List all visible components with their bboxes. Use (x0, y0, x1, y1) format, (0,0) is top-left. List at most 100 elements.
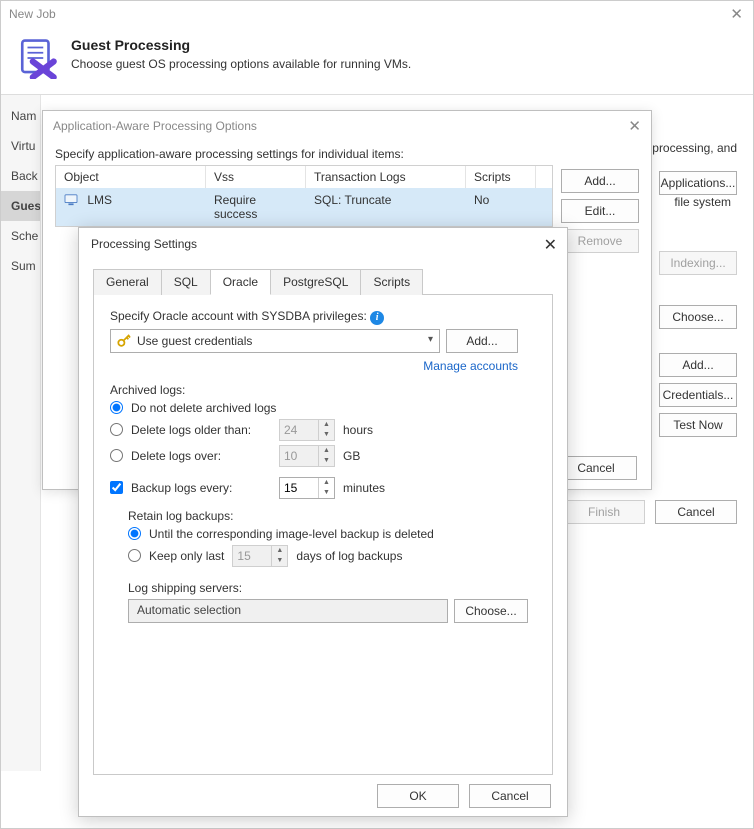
checkbox-backup-every[interactable] (110, 481, 123, 494)
manage-accounts-link[interactable]: Manage accounts (423, 359, 518, 373)
backup-every-unit: minutes (343, 481, 385, 495)
vm-icon (64, 194, 78, 206)
radio-keep-only-last-label: Keep only last (149, 549, 224, 563)
cell-vss: Require success (206, 188, 306, 226)
tab-content-oracle: Specify Oracle account with SYSDBA privi… (93, 295, 553, 775)
procsettings-title: Processing Settings (91, 237, 197, 251)
radio-do-not-delete[interactable]: Do not delete archived logs (110, 401, 536, 415)
nav-item-virtual[interactable]: Virtu (1, 131, 40, 161)
key-icon (117, 334, 131, 348)
app-aware-titlebar: Application-Aware Processing Options ✕ (43, 111, 651, 141)
cell-scripts: No (466, 188, 536, 226)
newjob-cancel-button[interactable]: Cancel (655, 500, 737, 524)
keep-only-last-spinner: ▲▼ (232, 545, 288, 567)
ok-button[interactable]: OK (377, 784, 459, 808)
radio-older-than-label: Delete logs older than: (131, 423, 271, 437)
add-button[interactable]: Add... (659, 353, 737, 377)
indexing-button[interactable]: Indexing... (659, 251, 737, 275)
spin-down-icon[interactable]: ▼ (319, 488, 334, 498)
retain-label: Retain log backups: (128, 509, 536, 523)
older-than-spinner: ▲▼ (279, 419, 335, 441)
appaware-edit-button[interactable]: Edit... (561, 199, 639, 223)
logs-over-unit: GB (343, 449, 360, 463)
col-tlogs[interactable]: Transaction Logs (306, 166, 466, 188)
wizard-nav: Nam Virtu Back Gues Sche Sum (1, 95, 41, 771)
app-aware-subtitle: Specify application-aware processing set… (55, 147, 639, 161)
app-aware-table: Object Vss Transaction Logs Scripts LMS … (55, 165, 553, 227)
oracle-account-label: Specify Oracle account with SYSDBA privi… (110, 309, 536, 325)
cell-tlogs: SQL: Truncate (306, 188, 466, 226)
radio-logs-over-input[interactable] (110, 449, 123, 462)
tab-general[interactable]: General (93, 269, 162, 295)
tabstrip: General SQL Oracle PostgreSQL Scripts (93, 268, 553, 295)
logship-value: Automatic selection (128, 599, 448, 623)
col-object[interactable]: Object (56, 166, 206, 188)
spin-down-icon: ▼ (319, 456, 334, 466)
credentials-button[interactable]: Credentials... (659, 383, 737, 407)
processing-settings-window: Processing Settings ✕ General SQL Oracle… (78, 227, 568, 817)
logship-choose-button[interactable]: Choose... (454, 599, 528, 623)
tab-scripts[interactable]: Scripts (360, 269, 423, 295)
tab-sql[interactable]: SQL (161, 269, 211, 295)
new-job-header: Guest Processing Choose guest OS process… (1, 27, 753, 94)
bg-text-right: processing, and (652, 141, 737, 155)
new-job-titlebar: New Job ✕ (1, 1, 753, 27)
nav-item-summary[interactable]: Sum (1, 251, 40, 281)
backup-every-value[interactable] (280, 481, 316, 495)
backup-every-spinner[interactable]: ▲▼ (279, 477, 335, 499)
close-icon[interactable]: ✕ (730, 5, 743, 23)
appaware-remove-button[interactable]: Remove (561, 229, 639, 253)
chevron-down-icon: ▾ (428, 334, 433, 345)
test-now-button[interactable]: Test Now (659, 413, 737, 437)
finish-button[interactable]: Finish (563, 500, 645, 524)
credentials-add-button[interactable]: Add... (446, 329, 518, 353)
page-title: Guest Processing (71, 37, 411, 53)
spin-up-icon: ▲ (272, 546, 287, 556)
app-aware-title: Application-Aware Processing Options (53, 119, 257, 133)
logs-over-spinner: ▲▼ (279, 445, 335, 467)
info-icon[interactable]: i (370, 311, 384, 325)
page-subtitle: Choose guest OS processing options avail… (71, 57, 411, 71)
logship-label: Log shipping servers: (128, 581, 536, 595)
spin-down-icon: ▼ (319, 430, 334, 440)
radio-until-deleted[interactable]: Until the corresponding image-level back… (128, 527, 536, 541)
tab-oracle[interactable]: Oracle (210, 269, 271, 295)
keep-only-last-unit: days of log backups (296, 549, 402, 563)
radio-logs-over-label: Delete logs over: (131, 449, 271, 463)
choose-button[interactable]: Choose... (659, 305, 737, 329)
radio-older-than-input[interactable] (110, 423, 123, 436)
nav-item-name[interactable]: Nam (1, 101, 40, 131)
new-job-title: New Job (9, 7, 56, 21)
logs-over-value (280, 449, 316, 463)
spin-down-icon: ▼ (272, 556, 287, 566)
procsettings-titlebar: Processing Settings ✕ (79, 228, 567, 260)
table-row[interactable]: LMS Require success SQL: Truncate No (56, 188, 552, 226)
radio-keep-only-last-input[interactable] (128, 549, 141, 562)
col-scripts[interactable]: Scripts (466, 166, 536, 188)
close-icon[interactable]: ✕ (628, 117, 641, 135)
col-vss[interactable]: Vss (206, 166, 306, 188)
bg-filesystem-label: file system (674, 195, 731, 209)
archived-logs-label: Archived logs: (110, 383, 536, 397)
checkbox-backup-every-label: Backup logs every: (131, 481, 271, 495)
tab-postgresql[interactable]: PostgreSQL (270, 269, 361, 295)
keep-only-last-value (233, 549, 269, 563)
older-than-value (280, 423, 316, 437)
radio-do-not-delete-input[interactable] (110, 401, 123, 414)
cell-object: LMS (87, 193, 112, 207)
older-than-unit: hours (343, 423, 373, 437)
spin-up-icon: ▲ (319, 446, 334, 456)
appaware-add-button[interactable]: Add... (561, 169, 639, 193)
nav-item-guest[interactable]: Gues (1, 191, 40, 221)
credentials-combo[interactable]: Use guest credentials ▾ (110, 329, 440, 353)
close-icon[interactable]: ✕ (544, 235, 557, 255)
nav-item-schedule[interactable]: Sche (1, 221, 40, 251)
spin-up-icon[interactable]: ▲ (319, 478, 334, 488)
applications-button[interactable]: Applications... (659, 171, 737, 195)
guest-processing-icon (17, 37, 59, 79)
radio-until-deleted-input[interactable] (128, 527, 141, 540)
nav-item-backup[interactable]: Back (1, 161, 40, 191)
procsettings-cancel-button[interactable]: Cancel (469, 784, 551, 808)
spin-up-icon: ▲ (319, 420, 334, 430)
credentials-value: Use guest credentials (137, 334, 252, 348)
